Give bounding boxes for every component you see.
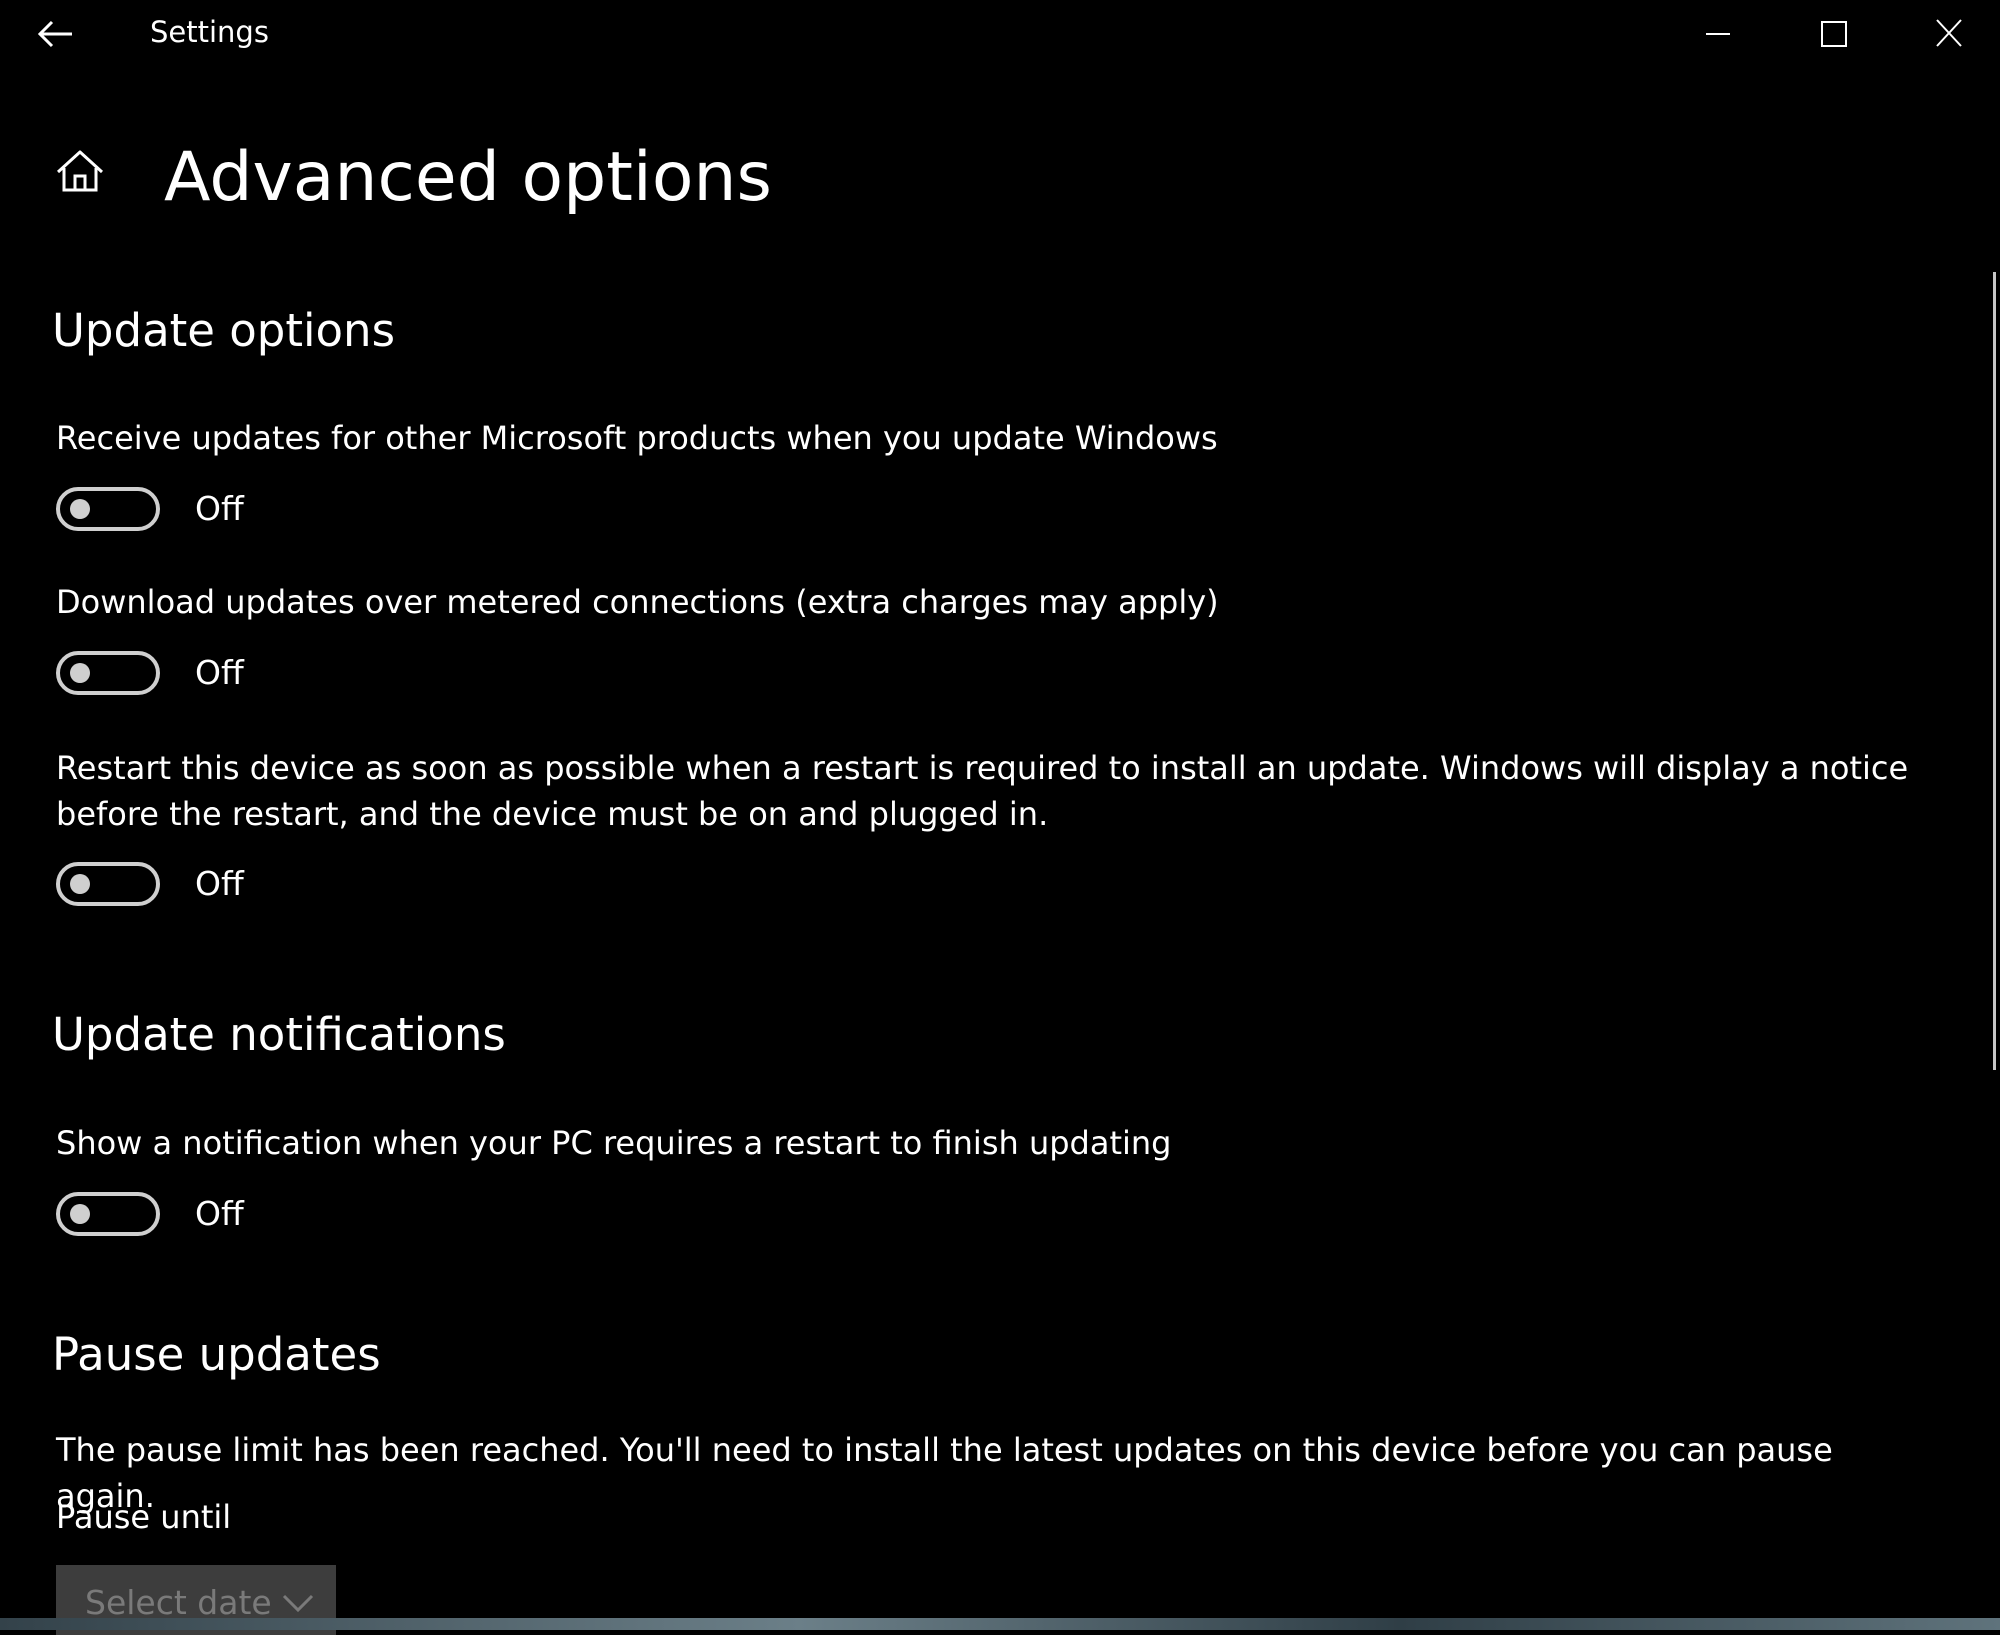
maximize-icon bbox=[1821, 21, 1847, 47]
restart-notification-toggle-row: Off bbox=[56, 1192, 456, 1242]
receive-updates-label: Receive updates for other Microsoft prod… bbox=[56, 419, 1218, 457]
metered-connections-toggle[interactable] bbox=[56, 651, 160, 695]
home-button[interactable] bbox=[52, 142, 108, 198]
section-title-update-options: Update options bbox=[52, 304, 396, 357]
toggle-knob bbox=[70, 663, 90, 683]
back-arrow-icon bbox=[37, 20, 72, 48]
receive-updates-toggle[interactable] bbox=[56, 487, 160, 531]
toggle-knob bbox=[70, 1204, 90, 1224]
page-title: Advanced options bbox=[164, 138, 772, 217]
home-icon bbox=[56, 150, 104, 192]
select-placeholder: Select date bbox=[85, 1583, 272, 1622]
section-title-pause-updates: Pause updates bbox=[52, 1328, 381, 1381]
toggle-state-label: Off bbox=[195, 1194, 244, 1233]
pause-until-label: Pause until bbox=[56, 1498, 232, 1536]
restart-notification-toggle[interactable] bbox=[56, 1192, 160, 1236]
metered-connections-label: Download updates over metered connection… bbox=[56, 583, 1219, 621]
app-title: Settings bbox=[150, 15, 269, 49]
close-icon bbox=[1936, 19, 1962, 47]
restart-asap-label: Restart this device as soon as possible … bbox=[56, 749, 1909, 833]
chevron-down-icon bbox=[282, 1594, 314, 1613]
toggle-knob bbox=[70, 499, 90, 519]
metered-connections-toggle-row: Off bbox=[56, 651, 456, 701]
toggle-state-label: Off bbox=[195, 653, 244, 692]
restart-asap-toggle[interactable] bbox=[56, 862, 160, 906]
back-button[interactable] bbox=[36, 14, 76, 54]
restart-asap-toggle-row: Off bbox=[56, 862, 456, 912]
restart-notification-label: Show a notification when your PC require… bbox=[56, 1124, 1172, 1162]
scrollbar[interactable] bbox=[1993, 272, 1996, 1070]
minimize-button[interactable] bbox=[1694, 12, 1742, 56]
maximize-button[interactable] bbox=[1810, 12, 1858, 56]
receive-updates-toggle-row: Off bbox=[56, 487, 456, 537]
minimize-icon bbox=[1706, 33, 1730, 35]
close-button[interactable] bbox=[1925, 12, 1973, 56]
title-bar: Settings bbox=[0, 0, 2000, 70]
toggle-state-label: Off bbox=[195, 864, 244, 903]
section-title-update-notifications: Update notifications bbox=[52, 1008, 506, 1061]
toggle-state-label: Off bbox=[195, 489, 244, 528]
toggle-knob bbox=[70, 874, 90, 894]
desktop-background-strip bbox=[0, 1618, 2000, 1630]
